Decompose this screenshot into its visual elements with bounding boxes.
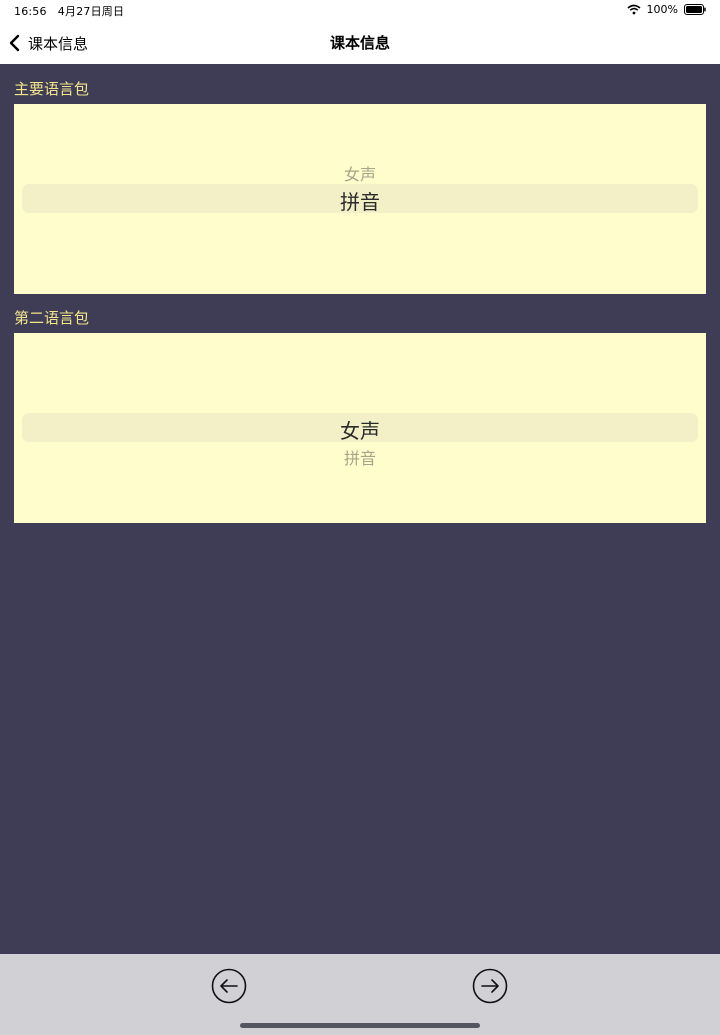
wifi-icon <box>627 4 641 15</box>
arrow-left-circle-icon[interactable] <box>211 968 247 1004</box>
status-time: 16:56 <box>14 5 47 18</box>
arrow-right-circle-icon[interactable] <box>472 968 508 1004</box>
primary-pack-picker[interactable]: 女声 拼音 <box>14 104 706 294</box>
picker-option-pinyin-selected[interactable]: 拼音 <box>14 186 706 215</box>
picker-option-pinyin[interactable]: 拼音 <box>14 445 706 469</box>
status-right: 100% <box>627 3 706 16</box>
bottom-toolbar <box>0 954 720 1035</box>
navigation-bar: 课本信息 课本信息 <box>0 22 720 64</box>
picker-option-female-voice-selected[interactable]: 女声 <box>14 415 706 444</box>
status-bar: 16:56 4月27日周日 100% <box>0 0 720 22</box>
secondary-pack-label: 第二语言包 <box>14 309 90 327</box>
status-time-date: 16:56 4月27日周日 <box>14 3 124 19</box>
battery-percent: 100% <box>646 3 678 16</box>
primary-pack-label: 主要语言包 <box>14 80 90 98</box>
screen: 16:56 4月27日周日 100% 课本信息 课本信息 主要语言包 女声 拼音… <box>0 0 720 1035</box>
page-title: 课本信息 <box>329 34 390 52</box>
secondary-pack-picker[interactable]: 女声 拼音 <box>14 333 706 523</box>
home-indicator[interactable] <box>240 1023 480 1028</box>
status-date: 4月27日周日 <box>57 5 125 18</box>
battery-full-icon <box>684 4 706 15</box>
picker-option-female-voice[interactable]: 女声 <box>14 161 706 185</box>
